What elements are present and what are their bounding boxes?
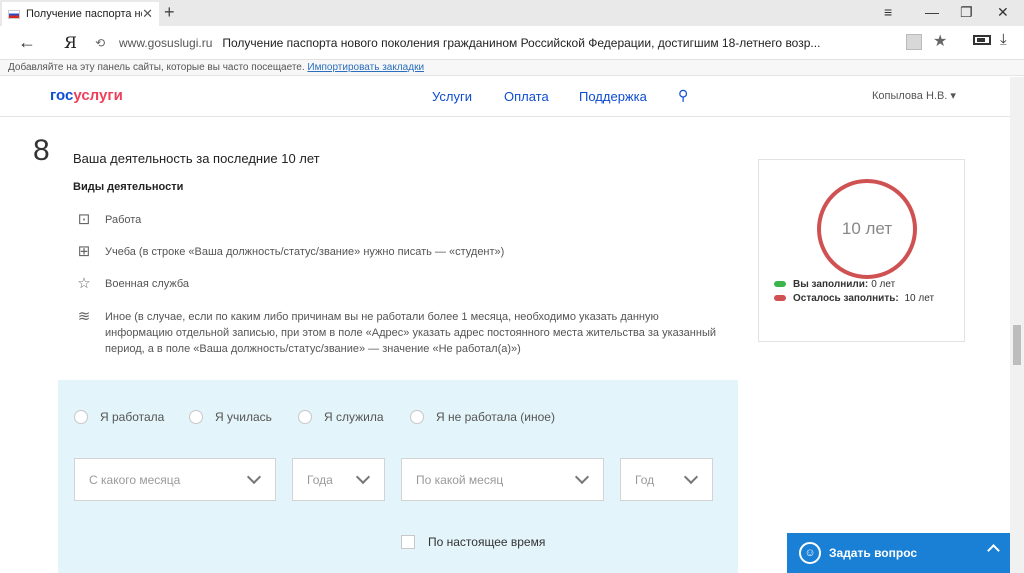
download-icon[interactable]: ⤓ bbox=[1000, 31, 1007, 48]
to-year-select[interactable]: Год bbox=[620, 458, 713, 501]
activity-item-work: ⊡ Работа bbox=[73, 212, 725, 228]
bookmarks-bar: Добавляйте на эту панель сайты, которые … bbox=[0, 60, 1024, 76]
bookmarks-hint: Добавляйте на эту панель сайты, которые … bbox=[8, 62, 305, 73]
from-year-select[interactable]: Года bbox=[292, 458, 385, 501]
bookmark-star-icon[interactable]: ★ bbox=[933, 31, 947, 51]
filled-dot bbox=[774, 281, 786, 287]
reader-mode-icon[interactable] bbox=[906, 34, 922, 50]
checkbox-box[interactable] bbox=[401, 535, 415, 549]
radio-circle[interactable] bbox=[298, 410, 312, 424]
close-window-icon[interactable]: ✕ bbox=[997, 4, 1009, 20]
radio-studied[interactable]: Я училась bbox=[189, 410, 272, 424]
close-tab-icon[interactable]: ✕ bbox=[142, 6, 153, 22]
menu-support[interactable]: Поддержка bbox=[579, 89, 647, 104]
tab-title: Получение паспорта но bbox=[26, 8, 142, 20]
to-month-select[interactable]: По какой месяц bbox=[401, 458, 604, 501]
radio-worked[interactable]: Я работала bbox=[74, 410, 164, 424]
radio-served[interactable]: Я служила bbox=[298, 410, 384, 424]
book-icon: ⊞ bbox=[77, 243, 91, 260]
browser-tabbar: Получение паспорта но ✕ + ≡ — ❐ ✕ bbox=[0, 0, 1024, 26]
step-number: 8 bbox=[33, 134, 50, 167]
import-bookmarks-link[interactable]: Импортировать закладки bbox=[307, 62, 424, 73]
radio-circle[interactable] bbox=[189, 410, 203, 424]
activity-form: Я работала Я училась Я служила Я не рабо… bbox=[58, 380, 738, 573]
legend-remaining: Осталось заполнить: 10 лет bbox=[774, 292, 964, 305]
briefcase-icon: ⊡ bbox=[77, 211, 91, 228]
from-month-select[interactable]: С какого месяца bbox=[74, 458, 276, 501]
radio-circle[interactable] bbox=[74, 410, 88, 424]
progress-ring: 10 лет bbox=[817, 179, 917, 279]
chat-icon: ☺ bbox=[799, 542, 821, 564]
page-scrollbar[interactable] bbox=[1010, 77, 1024, 573]
legend-filled: Вы заполнили: 0 лет bbox=[774, 278, 895, 291]
activity-item-other: ≋ Иное (в случае, если по каким либо при… bbox=[73, 309, 725, 357]
user-menu[interactable]: Копылова Н.В. ▾ bbox=[872, 89, 956, 102]
ask-question-button[interactable]: ☺ Задать вопрос bbox=[787, 533, 1010, 573]
chevron-down-icon bbox=[355, 469, 371, 485]
progress-card: 10 лет Вы заполнили: 0 лет Осталось запол… bbox=[758, 159, 965, 342]
new-tab-icon[interactable]: + bbox=[164, 2, 175, 22]
radio-other[interactable]: Я не работала (иное) bbox=[410, 410, 555, 424]
url-field[interactable]: ⟲ www.gosuslugi.ru Получение паспорта но… bbox=[95, 30, 955, 56]
menu-payment[interactable]: Оплата bbox=[504, 89, 549, 104]
layers-icon: ≋ bbox=[77, 308, 91, 325]
activity-item-military: ☆ Военная служба bbox=[73, 276, 725, 292]
minimize-icon[interactable]: — bbox=[925, 4, 939, 20]
step-title: Ваша деятельность за последние 10 лет bbox=[73, 151, 320, 166]
url-page-title: Получение паспорта нового поколения граж… bbox=[222, 36, 821, 50]
gosuslugi-logo[interactable]: госуслуги bbox=[50, 87, 123, 104]
restore-icon[interactable]: ❐ bbox=[960, 4, 973, 20]
present-time-checkbox[interactable]: По настоящее время bbox=[401, 535, 545, 549]
star-icon: ☆ bbox=[77, 275, 91, 292]
yandex-logo[interactable]: Я bbox=[64, 33, 77, 52]
menu-icon[interactable]: ≡ bbox=[884, 4, 892, 20]
chevron-down-icon bbox=[574, 469, 590, 485]
browser-tab[interactable]: Получение паспорта но ✕ bbox=[2, 2, 159, 26]
scrollbar-thumb[interactable] bbox=[1013, 325, 1021, 365]
flag-icon bbox=[8, 9, 20, 19]
remaining-dot bbox=[774, 295, 786, 301]
chevron-up-icon[interactable] bbox=[987, 544, 1000, 557]
back-arrow-icon[interactable]: ← bbox=[18, 32, 36, 53]
activity-kinds-label: Виды деятельности bbox=[73, 181, 184, 193]
menu-services[interactable]: Услуги bbox=[432, 89, 472, 104]
address-bar: ← Я ⟲ www.gosuslugi.ru Получение паспорт… bbox=[0, 26, 1024, 60]
chevron-down-icon bbox=[683, 469, 699, 485]
chevron-down-icon bbox=[246, 469, 262, 485]
url-host: www.gosuslugi.ru bbox=[119, 36, 213, 50]
search-icon[interactable]: ⚲ bbox=[678, 87, 688, 104]
site-header: госуслуги Услуги Оплата Поддержка ⚲ Копы… bbox=[0, 77, 1010, 117]
activity-item-study: ⊞ Учеба (в строке «Ваша должность/статус… bbox=[73, 244, 725, 260]
radio-circle[interactable] bbox=[410, 410, 424, 424]
page-info-icon[interactable]: ⟲ bbox=[95, 36, 109, 50]
battery-icon[interactable] bbox=[973, 35, 991, 45]
